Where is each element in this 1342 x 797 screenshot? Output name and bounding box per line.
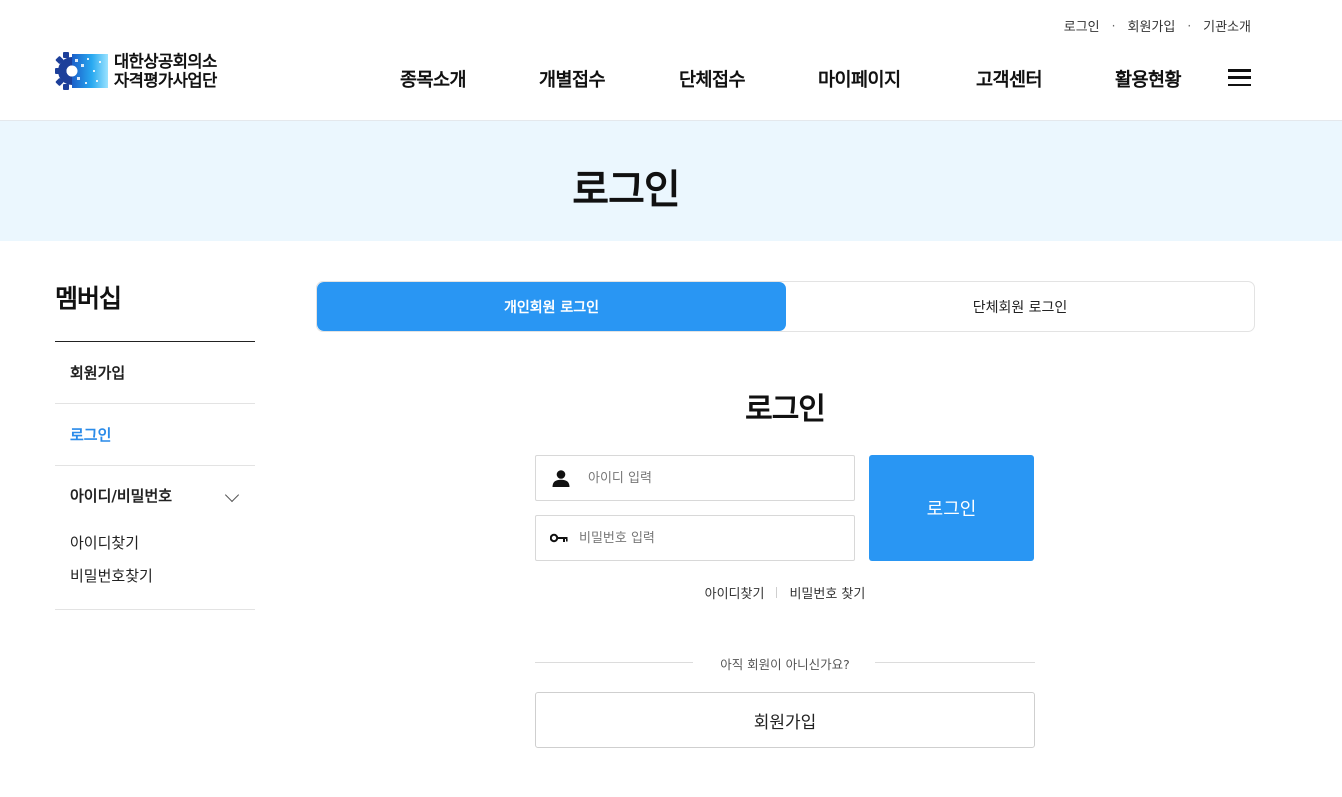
sidebar-subitem-find-id[interactable]: 아이디찾기 [55,527,255,560]
find-account-links: 아이디찾기 비밀번호 찾기 [535,583,1035,602]
page-title: 로그인 [572,167,680,213]
join-button[interactable]: 회원가입 [535,692,1035,748]
sidebar-subitem-find-password[interactable]: 비밀번호찾기 [55,560,255,593]
hamburger-icon[interactable] [1228,69,1251,87]
util-about-link[interactable]: 기관소개 [1203,16,1251,35]
find-id-link[interactable]: 아이디찾기 [705,583,765,602]
sidebar-item-join[interactable]: 회원가입 [55,342,255,404]
tab-group-login[interactable]: 단체회원 로그인 [786,282,1254,331]
id-input[interactable] [588,470,838,486]
util-login-link[interactable]: 로그인 [1064,16,1100,35]
nav-item-usage[interactable]: 활용현황 [1115,66,1182,92]
util-separator: · [1111,18,1116,33]
key-icon [536,533,582,543]
site-header: 로그인 · 회원가입 · 기관소개 대한상공회의소 자격평가사업단 종목소개 개… [0,0,1342,121]
sidebar-group-account: 아이디/비밀번호 아이디찾기 비밀번호찾기 [55,466,255,610]
sidebar-item-login[interactable]: 로그인 [55,404,255,466]
link-separator [776,587,778,598]
chevron-down-icon [224,487,240,503]
sidebar-group-head[interactable]: 아이디/비밀번호 [55,466,255,527]
nav-item-mypage[interactable]: 마이페이지 [818,66,901,92]
utility-nav: 로그인 · 회원가입 · 기관소개 [1064,16,1251,36]
password-field [535,515,855,561]
main-nav: 종목소개 개별접수 단체접수 마이페이지 고객센터 활용현황 [0,66,1342,92]
sidebar-title: 멤버십 [55,279,255,342]
page-title-band: 로그인 [0,121,1342,241]
nav-item-events[interactable]: 종목소개 [400,66,467,92]
nav-item-group-apply[interactable]: 단체접수 [679,66,746,92]
login-submit-button[interactable]: 로그인 [869,455,1034,561]
not-member-text: 아직 회원이 아니신가요? [720,657,850,672]
sidebar: 멤버십 회원가입 로그인 아이디/비밀번호 아이디찾기 비밀번호찾기 [55,279,255,610]
nav-item-customer-center[interactable]: 고객센터 [976,66,1043,92]
tab-individual-login[interactable]: 개인회원 로그인 [317,282,786,331]
login-form-title: 로그인 [745,392,826,427]
util-separator: · [1187,18,1192,33]
id-field [535,455,855,501]
divider-line-right [875,662,1035,663]
not-member-divider: 아직 회원이 아니신가요? [535,654,1035,672]
find-password-link[interactable]: 비밀번호 찾기 [789,583,865,602]
password-input[interactable] [579,530,829,546]
member-type-tabs: 개인회원 로그인 단체회원 로그인 [316,281,1255,332]
util-join-link[interactable]: 회원가입 [1127,16,1175,35]
user-icon [536,469,586,487]
nav-item-individual-apply[interactable]: 개별접수 [539,66,606,92]
sidebar-group-label: 아이디/비밀번호 [70,487,173,505]
